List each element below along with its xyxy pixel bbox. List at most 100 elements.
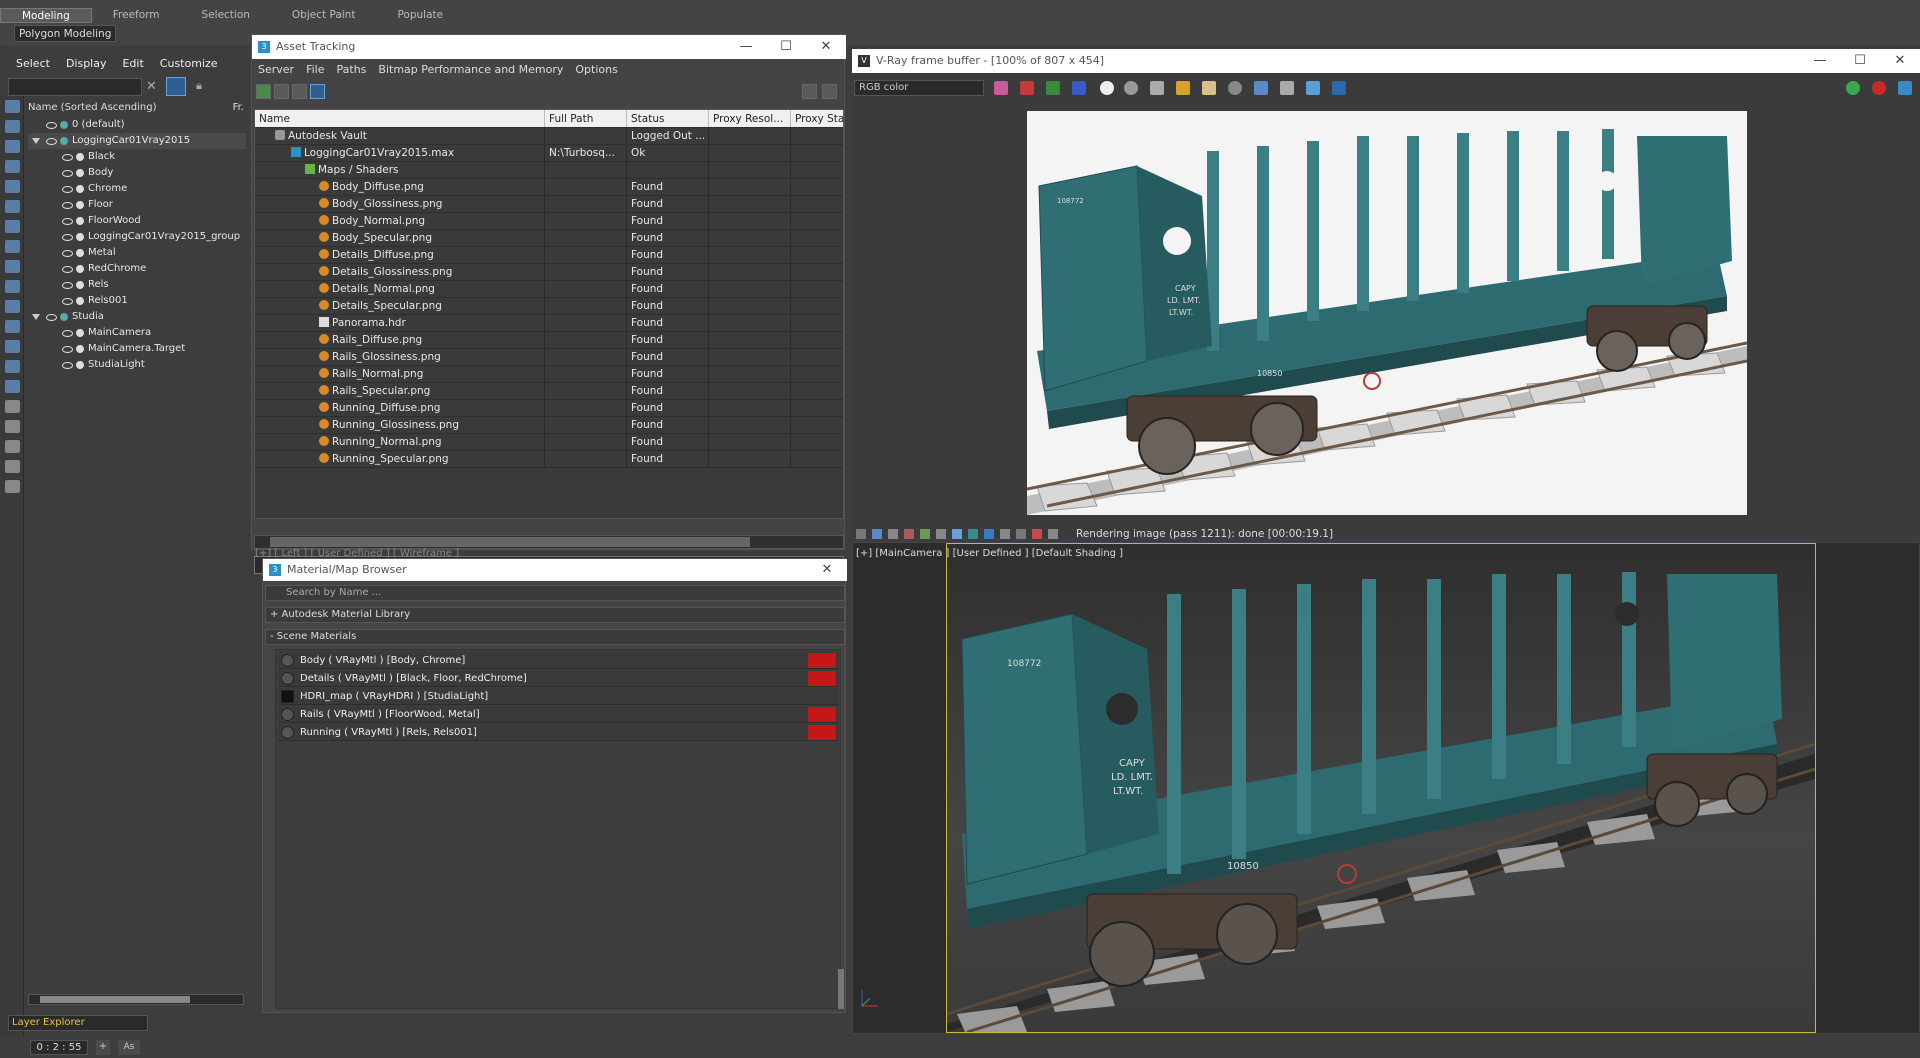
asset-table-row[interactable]: Body_Specular.png Found bbox=[255, 230, 843, 247]
visibility-eye-icon[interactable] bbox=[62, 362, 73, 369]
asset-table-row[interactable]: LoggingCar01Vray2015.max N:\Turbosq... Ok bbox=[255, 145, 843, 162]
scrollbar-thumb[interactable] bbox=[40, 996, 190, 1003]
column-header[interactable]: Full Path bbox=[545, 110, 627, 127]
render-teapot-icon[interactable] bbox=[1898, 81, 1912, 95]
command-tool-icon[interactable] bbox=[5, 300, 20, 313]
visibility-eye-icon[interactable] bbox=[62, 202, 73, 209]
asset-table-row[interactable]: Body_Diffuse.png Found bbox=[255, 179, 843, 196]
lock-icon[interactable]: 🔒︎ bbox=[196, 79, 208, 93]
close-icon[interactable]: ✕ bbox=[807, 559, 847, 581]
asset-table-row[interactable]: Body_Normal.png Found bbox=[255, 213, 843, 230]
menu-edit[interactable]: Edit bbox=[122, 57, 143, 70]
alpha-channel-icon[interactable] bbox=[1100, 81, 1114, 95]
asset-menu-bitmap[interactable]: Bitmap Performance and Memory bbox=[378, 61, 563, 79]
asset-table-row[interactable]: Running_Specular.png Found bbox=[255, 451, 843, 468]
detail-view-icon[interactable] bbox=[292, 84, 307, 99]
layer-explorer-dropdown[interactable]: Layer Explorer bbox=[8, 1015, 148, 1031]
scene-tree-item[interactable]: LoggingCar01Vray2015_group bbox=[28, 229, 246, 245]
ribbon-tab-populate[interactable]: Populate bbox=[376, 8, 464, 23]
status-tool-icon[interactable] bbox=[1000, 529, 1010, 539]
as-button[interactable]: As bbox=[118, 1040, 140, 1055]
command-tool-icon[interactable] bbox=[5, 280, 20, 293]
menu-select[interactable]: Select bbox=[16, 57, 50, 70]
ribbon-tab-modeling[interactable]: Modeling bbox=[0, 8, 92, 23]
scene-tree-item[interactable]: RedChrome bbox=[28, 261, 246, 277]
scene-materials-group[interactable]: - Scene Materials bbox=[265, 629, 845, 645]
command-tool-icon[interactable] bbox=[5, 240, 20, 253]
visibility-eye-icon[interactable] bbox=[46, 314, 57, 321]
command-tool-icon[interactable] bbox=[5, 440, 20, 453]
status-tool-icon[interactable] bbox=[856, 529, 866, 539]
column-header-right[interactable]: Fr. bbox=[233, 102, 244, 116]
region-render-icon[interactable] bbox=[1254, 81, 1268, 95]
visibility-eye-icon[interactable] bbox=[46, 122, 57, 129]
status-tool-icon[interactable] bbox=[904, 529, 914, 539]
scene-tree-item[interactable]: LoggingCar01Vray2015 bbox=[28, 133, 246, 149]
material-list-scrollbar[interactable] bbox=[838, 969, 844, 1009]
scene-tree-item[interactable]: Rels bbox=[28, 277, 246, 293]
ribbon-tab-object-paint[interactable]: Object Paint bbox=[271, 8, 377, 23]
command-tool-icon[interactable] bbox=[5, 180, 20, 193]
scrollbar-thumb[interactable] bbox=[270, 537, 750, 547]
scene-tree-item[interactable]: FloorWood bbox=[28, 213, 246, 229]
command-tool-icon[interactable] bbox=[5, 360, 20, 373]
green-channel-icon[interactable] bbox=[1046, 81, 1060, 95]
scene-tree-item[interactable]: Body bbox=[28, 165, 246, 181]
stop-render-icon[interactable] bbox=[1872, 81, 1886, 95]
asset-table-row[interactable]: Rails_Specular.png Found bbox=[255, 383, 843, 400]
asset-table-row[interactable]: Details_Diffuse.png Found bbox=[255, 247, 843, 264]
close-icon[interactable]: ✕ bbox=[806, 35, 846, 59]
material-item[interactable]: Body ( VRayMtl ) [Body, Chrome] bbox=[278, 652, 838, 669]
ribbon-tab-freeform[interactable]: Freeform bbox=[92, 8, 181, 23]
asset-menu-options[interactable]: Options bbox=[575, 61, 617, 79]
command-tool-icon[interactable] bbox=[5, 420, 20, 433]
clear-search-icon[interactable]: ✕ bbox=[146, 79, 157, 94]
asset-table-row[interactable]: Running_Normal.png Found bbox=[255, 434, 843, 451]
command-tool-icon[interactable] bbox=[5, 140, 20, 153]
column-header[interactable]: Name bbox=[255, 110, 545, 127]
autodesk-material-library-group[interactable]: + Autodesk Material Library bbox=[265, 607, 845, 623]
asset-menu-paths[interactable]: Paths bbox=[337, 61, 367, 79]
scene-tree-item[interactable]: Metal bbox=[28, 245, 246, 261]
filter-icon[interactable] bbox=[166, 77, 186, 96]
asset-table-row[interactable]: Details_Specular.png Found bbox=[255, 298, 843, 315]
table-view-icon[interactable] bbox=[310, 84, 325, 99]
vfb-history-icon[interactable] bbox=[1332, 81, 1346, 95]
material-item[interactable]: Details ( VRayMtl ) [Black, Floor, RedCh… bbox=[278, 670, 838, 687]
status-tool-icon[interactable] bbox=[1016, 529, 1026, 539]
column-header-name[interactable]: Name (Sorted Ascending) bbox=[28, 102, 157, 116]
asset-menu-file[interactable]: File bbox=[306, 61, 324, 79]
red-channel-icon[interactable] bbox=[1020, 81, 1034, 95]
minimize-icon[interactable]: — bbox=[1800, 49, 1840, 73]
column-header[interactable]: Proxy Status bbox=[791, 110, 843, 127]
status-tool-icon[interactable] bbox=[1048, 529, 1058, 539]
visibility-eye-icon[interactable] bbox=[46, 138, 57, 145]
command-tool-icon[interactable] bbox=[5, 340, 20, 353]
status-tool-icon[interactable] bbox=[936, 529, 946, 539]
asset-table-row[interactable]: Panorama.hdr Found bbox=[255, 315, 843, 332]
visibility-eye-icon[interactable] bbox=[62, 154, 73, 161]
asset-table-row[interactable]: Details_Glossiness.png Found bbox=[255, 264, 843, 281]
scene-tree-item[interactable]: Rels001 bbox=[28, 293, 246, 309]
command-tool-icon[interactable] bbox=[5, 220, 20, 233]
options-icon[interactable] bbox=[822, 84, 837, 99]
visibility-eye-icon[interactable] bbox=[62, 186, 73, 193]
visibility-eye-icon[interactable] bbox=[62, 330, 73, 337]
asset-table-row[interactable]: Running_Glossiness.png Found bbox=[255, 417, 843, 434]
scene-tree-item[interactable]: MainCamera bbox=[28, 325, 246, 341]
command-tool-icon[interactable] bbox=[5, 100, 20, 113]
visibility-eye-icon[interactable] bbox=[62, 218, 73, 225]
list-view-icon[interactable] bbox=[274, 84, 289, 99]
column-header[interactable]: Status bbox=[627, 110, 709, 127]
track-mouse-icon[interactable] bbox=[1228, 81, 1242, 95]
scene-tree-item[interactable]: StudiaLight bbox=[28, 357, 246, 373]
scene-explorer-header[interactable]: Name (Sorted Ascending) Fr. bbox=[28, 102, 244, 116]
visibility-eye-icon[interactable] bbox=[62, 266, 73, 273]
scene-tree-item[interactable]: Floor bbox=[28, 197, 246, 213]
render-refresh-icon[interactable] bbox=[1846, 81, 1860, 95]
scene-tree-item[interactable]: Studia bbox=[28, 309, 246, 325]
status-tool-icon[interactable] bbox=[920, 529, 930, 539]
material-item[interactable]: Rails ( VRayMtl ) [FloorWood, Metal] bbox=[278, 706, 838, 723]
asset-table-row[interactable]: Rails_Normal.png Found bbox=[255, 366, 843, 383]
command-tool-icon[interactable] bbox=[5, 260, 20, 273]
